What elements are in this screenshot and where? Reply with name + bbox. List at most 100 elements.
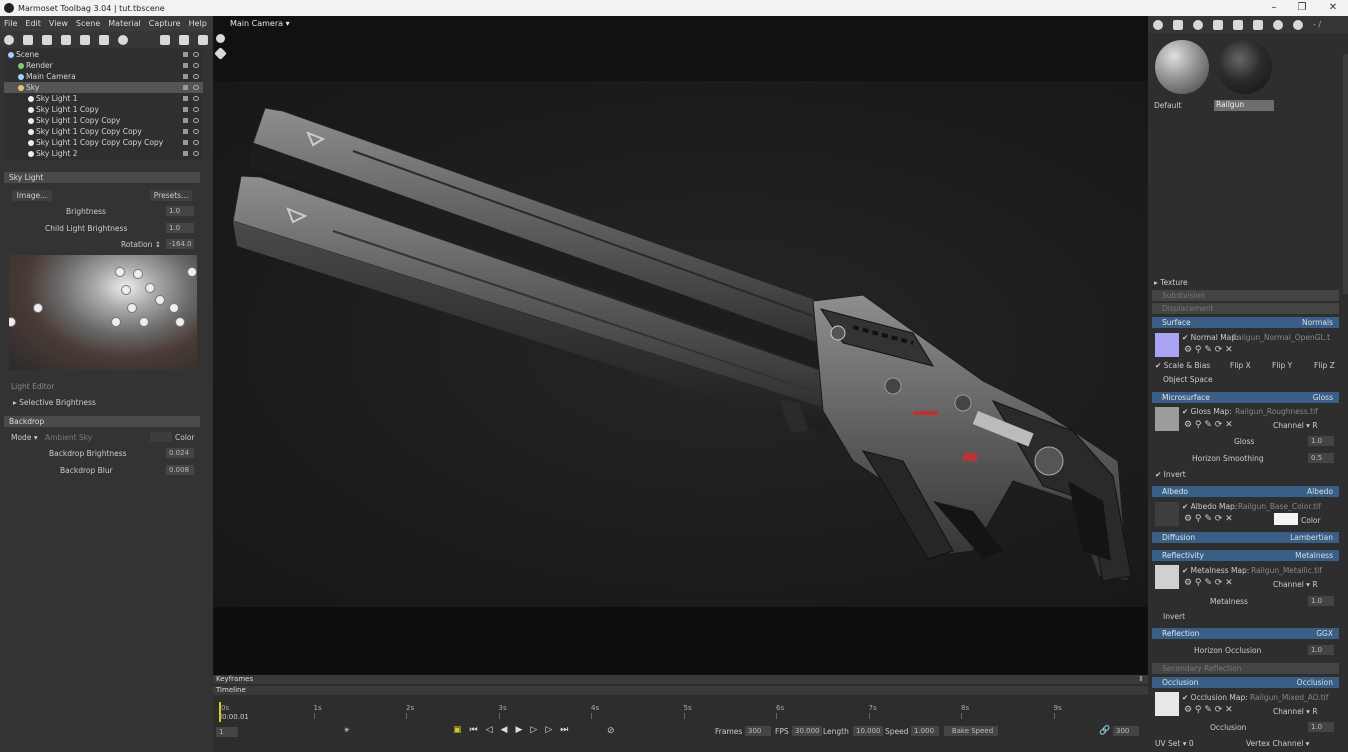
selective-brightness[interactable]: ▸ Selective Brightness <box>13 398 96 407</box>
light-point[interactable] <box>115 267 125 277</box>
key-icon[interactable]: ✴ <box>343 726 351 736</box>
frames-field[interactable]: 300 <box>745 726 771 736</box>
expand-icon[interactable]: ⇕ <box>1138 675 1144 683</box>
surface-header[interactable]: Surface Normals <box>1152 317 1339 328</box>
sphere-icon[interactable] <box>1273 19 1283 30</box>
metalness-map-thumb[interactable] <box>1155 565 1179 589</box>
lock-icon[interactable] <box>183 107 188 112</box>
occlusion-field[interactable]: 1.0 <box>1308 722 1334 732</box>
trash-icon[interactable] <box>198 34 208 45</box>
light-point[interactable] <box>169 303 179 313</box>
child-light-field[interactable]: 1.0 <box>166 223 194 233</box>
microsurface-header[interactable]: Microsurface Gloss <box>1152 392 1339 403</box>
picker-icon[interactable] <box>1253 19 1263 30</box>
first-frame-icon[interactable]: ⏮ <box>470 725 478 735</box>
link-icon[interactable]: 🔗 <box>1099 726 1110 736</box>
backdrop-blur-field[interactable]: 0.008 <box>166 465 194 475</box>
step-back-icon[interactable]: ◀ <box>501 725 508 735</box>
metalness-field[interactable]: 1.0 <box>1308 596 1334 606</box>
default-material-label[interactable]: Default <box>1154 101 1181 110</box>
uv-set-select[interactable]: UV Set ▾ 0 <box>1155 739 1194 748</box>
gloss-channel[interactable]: Channel ▾ R <box>1273 421 1318 430</box>
camera-selector[interactable]: Main Camera ▾ <box>230 19 290 28</box>
prev-key-icon[interactable]: ◁ <box>486 725 493 735</box>
menu-scene[interactable]: Scene <box>72 19 104 28</box>
horizon-smoothing-field[interactable]: 0.5 <box>1308 453 1334 463</box>
timeline-bar[interactable]: Timeline <box>213 686 1148 695</box>
lock-icon[interactable] <box>183 96 188 101</box>
delete-material-icon[interactable] <box>1193 19 1203 30</box>
settings-icon[interactable] <box>216 34 225 45</box>
metalness-map-tools[interactable]: ⚙ ⚲ ✎ ⟳ ✕ <box>1184 578 1233 588</box>
step-forward-icon[interactable]: ▷ <box>530 725 537 735</box>
texture-section[interactable]: ▸ Texture <box>1154 278 1188 287</box>
length-field[interactable]: 10.000 <box>853 726 883 736</box>
scene-tree-item[interactable]: Sky Light 1 Copy Copy Copy Copy <box>4 137 203 148</box>
visibility-icon[interactable] <box>193 52 199 57</box>
menu-help[interactable]: Help <box>185 19 211 28</box>
occlusion-channel[interactable]: Channel ▾ R <box>1273 707 1318 716</box>
rotation-field[interactable]: -164.0 <box>166 239 194 249</box>
settings-icon[interactable] <box>1293 19 1303 30</box>
hdri-light-editor[interactable] <box>9 255 197 370</box>
gloss-field[interactable]: 1.0 <box>1308 436 1334 446</box>
mode-label[interactable]: Mode ▾ <box>11 433 38 442</box>
add-material-icon[interactable] <box>1153 19 1163 30</box>
flip-x-check[interactable]: Flip X <box>1230 361 1251 370</box>
light-point[interactable] <box>111 317 121 327</box>
metalness-map-file[interactable]: Railgun_Metallic.tif <box>1251 566 1322 575</box>
occlusion-map-thumb[interactable] <box>1155 692 1179 716</box>
menu-material[interactable]: Material <box>104 19 145 28</box>
light-point[interactable] <box>127 303 137 313</box>
scene-tree-item[interactable]: Sky <box>4 82 203 93</box>
normal-map-tools[interactable]: ⚙ ⚲ ✎ ⟳ ✕ <box>1184 345 1233 355</box>
object-space-check[interactable]: Object Space <box>1163 375 1213 384</box>
albedo-map-file[interactable]: Railgun_Base_Color.tif <box>1238 502 1321 511</box>
default-material-preview[interactable] <box>1155 40 1209 94</box>
zoom-control[interactable]: - / <box>1313 20 1321 29</box>
lock-icon[interactable] <box>183 118 188 123</box>
metalness-map-label[interactable]: ✔ Metalness Map: <box>1182 566 1249 575</box>
light-point[interactable] <box>139 317 149 327</box>
albedo-header[interactable]: Albedo Albedo <box>1152 486 1339 497</box>
diffusion-mode[interactable]: Lambertian <box>1290 532 1333 543</box>
invert-check[interactable]: ✔ Invert <box>1155 470 1186 479</box>
menu-capture[interactable]: Capture <box>145 19 185 28</box>
gloss-map-tools[interactable]: ⚙ ⚲ ✎ ⟳ ✕ <box>1184 420 1233 430</box>
horizon-occlusion-field[interactable]: 1.0 <box>1308 645 1334 655</box>
light-point[interactable] <box>121 285 131 295</box>
scale-bias-check[interactable]: ✔ Scale & Bias <box>1155 361 1210 370</box>
invert-metalness-check[interactable]: Invert <box>1163 612 1185 621</box>
albedo-color-swatch[interactable] <box>1274 513 1298 525</box>
scene-tree-item[interactable]: Sky Light 1 Copy Copy <box>4 115 203 126</box>
light-point[interactable] <box>187 267 197 277</box>
visibility-icon[interactable] <box>193 63 199 68</box>
visibility-icon[interactable] <box>193 129 199 134</box>
occlusion-map-label[interactable]: ✔ Occlusion Map: <box>1182 693 1248 702</box>
lock-icon[interactable] <box>183 151 188 156</box>
object-icon[interactable] <box>4 34 14 45</box>
library-icon[interactable] <box>1233 19 1243 30</box>
lock-icon[interactable] <box>183 140 188 145</box>
lock-icon[interactable] <box>183 74 188 79</box>
diffusion-header[interactable]: Diffusion Lambertian <box>1152 532 1339 543</box>
menu-edit[interactable]: Edit <box>21 19 45 28</box>
scene-tree-item[interactable]: Main Camera <box>4 71 203 82</box>
playhead[interactable] <box>219 702 221 722</box>
gloss-map-file[interactable]: Railgun_Roughness.tif <box>1235 407 1318 416</box>
occlusion-map-file[interactable]: Railgun_Mixed_AO.tif <box>1250 693 1328 702</box>
speed-field[interactable]: 1.000 <box>911 726 939 736</box>
minimize-icon[interactable]: – <box>1261 0 1287 16</box>
light-icon[interactable] <box>23 34 33 45</box>
brightness-field[interactable]: 1.0 <box>166 206 194 216</box>
scene-tree-item[interactable]: Sky Light 1 Copy Copy Copy <box>4 126 203 137</box>
gloss-map-label[interactable]: ✔ Gloss Map: <box>1182 407 1232 416</box>
reflection-mode[interactable]: GGX <box>1316 628 1333 639</box>
light-point[interactable] <box>175 317 185 327</box>
copy-icon[interactable] <box>1173 19 1183 30</box>
scene-tree-item[interactable]: Sky Light 2 <box>4 148 203 159</box>
light-point[interactable] <box>33 303 43 313</box>
microsurface-mode[interactable]: Gloss <box>1313 392 1333 403</box>
albedo-map-tools[interactable]: ⚙ ⚲ ✎ ⟳ ✕ <box>1184 514 1233 524</box>
image-button[interactable]: Image... <box>12 190 52 201</box>
